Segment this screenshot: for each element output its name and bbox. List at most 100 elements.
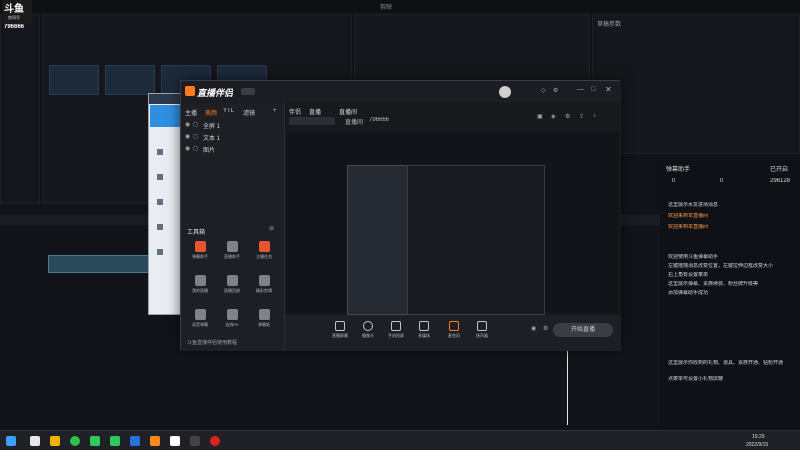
chat-message: 这里展示水友进场消息 <box>668 202 719 208</box>
top-tab[interactable]: 直播 <box>309 107 321 116</box>
microphone-button[interactable]: 麦克风 <box>441 321 467 339</box>
record-app-icon[interactable] <box>210 436 220 446</box>
camera-source-button[interactable]: 摄像头 <box>355 321 381 339</box>
layer-item[interactable]: ◉ ◻ 全屏 1 <box>185 121 281 131</box>
wechat-work-icon[interactable] <box>110 436 120 446</box>
screen-mode-icon[interactable] <box>150 105 180 127</box>
add-scene-icon[interactable]: + <box>273 108 277 114</box>
tool-label: 语音弹幕 <box>192 322 208 327</box>
preview-desktop <box>287 131 619 315</box>
toolbox-label: 工具箱 <box>187 230 206 236</box>
record-icon[interactable]: ◉ <box>531 325 536 332</box>
layer-label: 全屏 1 <box>203 124 221 130</box>
tool-icon[interactable]: ◈ <box>551 113 556 120</box>
chat-note: 左键拖拽消息改变位置，左键拉伸边框改变大小 <box>668 263 774 269</box>
speaker-button[interactable]: 扬声器 <box>469 321 495 339</box>
tool-label: 直播助手 <box>224 254 240 259</box>
lock-icon[interactable]: ◻ <box>193 121 198 128</box>
eye-icon[interactable]: ◉ <box>185 133 190 140</box>
tool-button[interactable]: 精彩剪辑 <box>251 273 277 301</box>
taskbar: 19:29 2022/9/15 <box>0 430 800 450</box>
explorer-icon[interactable] <box>30 436 40 446</box>
scene-tab[interactable]: 主播 <box>185 108 197 117</box>
browser-icon[interactable] <box>70 436 80 446</box>
about-icon[interactable] <box>157 249 163 255</box>
clock-time[interactable]: 19:29 <box>752 434 765 440</box>
capcut-icon[interactable] <box>170 436 180 446</box>
tool-button[interactable]: 我的直播 <box>187 273 213 301</box>
media-thumbnail[interactable] <box>49 65 99 95</box>
bandicam-titlebar <box>149 94 183 104</box>
chat-icon[interactable]: ◇ <box>541 87 546 94</box>
task-icon <box>258 241 270 252</box>
scene-tab[interactable]: 滤镜 <box>243 108 255 117</box>
bandicam-icon[interactable] <box>190 436 200 446</box>
phone-cast-button[interactable]: 手机投屏 <box>383 321 409 339</box>
editor-titlebar: 剪映 <box>0 0 800 12</box>
tutorial-link[interactable]: 斗鱼直播伴侣使用教程 <box>187 339 237 346</box>
stat-value: 296128 <box>770 178 791 184</box>
tool-button[interactable]: 直播回放 <box>219 273 245 301</box>
stream-preview[interactable] <box>287 131 619 315</box>
douyu-brand: 斗鱼 <box>4 4 24 15</box>
chat-note: 添加弹幕助手成功 <box>668 290 709 296</box>
top-tab[interactable]: 直播间 <box>339 107 357 116</box>
home-icon[interactable] <box>157 149 163 155</box>
danmu-assistant-panel: 弹幕助手 已开启 0 0 296128 这里展示水友进场消息 欢迎来到本直播间 … <box>660 160 800 430</box>
share-icon[interactable]: ⇪ <box>579 113 584 120</box>
download-icon <box>226 275 238 286</box>
minimize-icon[interactable]: — <box>577 86 584 93</box>
chat-title: 弹幕助手 <box>666 167 691 173</box>
close-icon[interactable]: ✕ <box>605 85 612 94</box>
live-icon <box>194 275 206 286</box>
version-badge <box>241 88 255 95</box>
layer-item[interactable]: ◉ ◻ 图片 <box>185 145 281 155</box>
media-source-button[interactable]: 多媒体 <box>411 321 437 339</box>
phone-icon <box>391 321 401 331</box>
tool-label: 主播任务 <box>256 254 272 259</box>
app-icon[interactable] <box>130 436 140 446</box>
live-companion-icon[interactable] <box>150 436 160 446</box>
scene-tab[interactable]: YTL <box>223 108 234 114</box>
settings-icon[interactable]: ⚙ <box>553 87 558 94</box>
douyu-logo: 斗鱼 房间号 <box>2 0 32 24</box>
lock-icon[interactable]: ◻ <box>193 145 198 152</box>
tool-button[interactable]: 直播助手 <box>219 239 245 267</box>
video-icon[interactable] <box>157 224 163 230</box>
lock-icon[interactable]: ◻ <box>193 133 198 140</box>
tool-button[interactable]: 弹幕助手 <box>187 239 213 267</box>
tool-button[interactable]: 主播任务 <box>251 239 277 267</box>
fps-icon[interactable] <box>157 199 163 205</box>
setting-icon[interactable]: ⚙ <box>565 113 570 120</box>
stat-value: 0 <box>672 178 676 184</box>
tool-button[interactable]: 连线PK <box>219 307 245 335</box>
wechat-icon[interactable] <box>90 436 100 446</box>
general-icon[interactable] <box>157 174 163 180</box>
clock-date[interactable]: 2022/9/15 <box>746 442 768 448</box>
voice-icon <box>194 309 206 320</box>
source-label: 摄像头 <box>362 333 374 338</box>
maximize-icon[interactable]: □ <box>591 86 595 93</box>
top-tab[interactable]: 伴侣 <box>289 107 301 116</box>
start-live-button[interactable]: 开始直播 <box>553 323 613 337</box>
source-label: 扬声器 <box>476 333 488 338</box>
start-icon[interactable] <box>6 436 16 446</box>
screen-source-button[interactable]: 直播屏幕 <box>327 321 353 339</box>
toolbox-more-icon[interactable]: ⊖ <box>269 225 274 232</box>
recursive-frame <box>407 165 545 315</box>
tool-button[interactable]: 语音弹幕 <box>187 307 213 335</box>
gift-icon[interactable]: ▣ <box>537 113 543 120</box>
gear-icon[interactable]: ⚙ <box>543 325 548 332</box>
media-thumbnail[interactable] <box>105 65 155 95</box>
eye-icon[interactable]: ◉ <box>185 121 190 128</box>
upload-icon <box>258 309 270 320</box>
eye-icon[interactable]: ◉ <box>185 145 190 152</box>
avatar[interactable] <box>499 86 511 98</box>
layer-item[interactable]: ◉ ◻ 文本 1 <box>185 133 281 143</box>
douyu-sub: 房间号 <box>8 15 20 20</box>
folder-icon[interactable] <box>50 436 60 446</box>
chat-status[interactable]: 已开启 <box>770 164 788 173</box>
tool-button[interactable]: 弹幕姬 <box>251 307 277 335</box>
bell-icon[interactable]: ♪ <box>593 113 596 119</box>
scene-tab[interactable]: 美颜 <box>205 108 217 117</box>
